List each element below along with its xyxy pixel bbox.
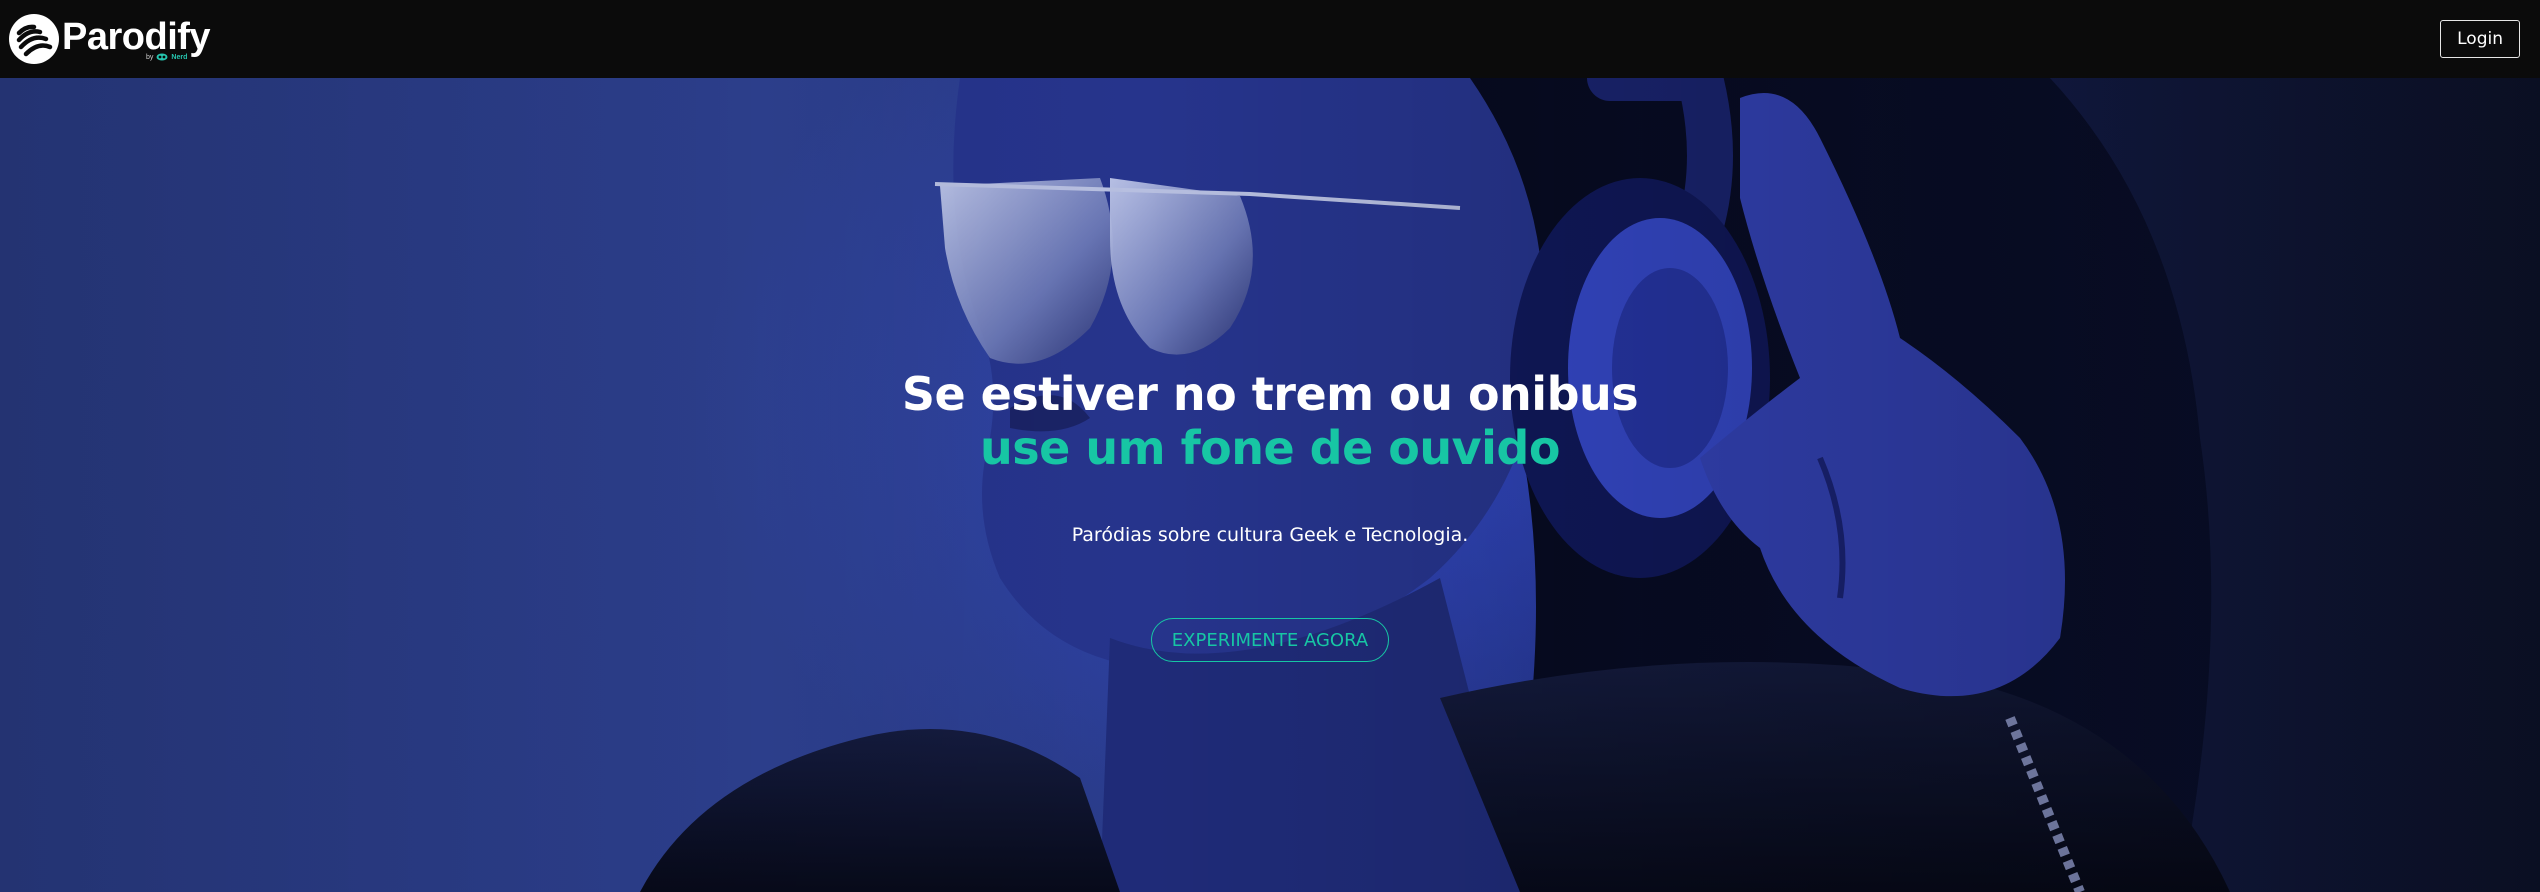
brand-maker-name: Nerd	[171, 53, 188, 61]
brand-by-text: by	[146, 53, 154, 61]
login-button[interactable]: Login	[2440, 20, 2520, 58]
hero-section: Se estiver no trem ou onibus use um fone…	[0, 78, 2540, 892]
hero-cta-wrapper: EXPERIMENTE AGORA	[0, 618, 2540, 662]
hero-headline-line1: Se estiver no trem ou onibus	[901, 367, 1639, 421]
top-navbar: Parodify by Nerd Login	[0, 0, 2540, 78]
parodify-logo-icon	[9, 14, 59, 64]
hero-content: Se estiver no trem ou onibus use um fone…	[0, 78, 2540, 892]
try-now-button[interactable]: EXPERIMENTE AGORA	[1150, 618, 1390, 662]
maker-logo-icon	[156, 53, 168, 61]
hero-subtitle: Paródias sobre cultura Geek e Tecnologia…	[1071, 524, 1469, 546]
brand-logo[interactable]: Parodify by Nerd	[8, 9, 211, 69]
brand-name: Parodify	[62, 15, 211, 58]
brand-byline: by Nerd	[146, 53, 187, 61]
hero-headline-line2: use um fone de ouvido	[980, 421, 1560, 475]
